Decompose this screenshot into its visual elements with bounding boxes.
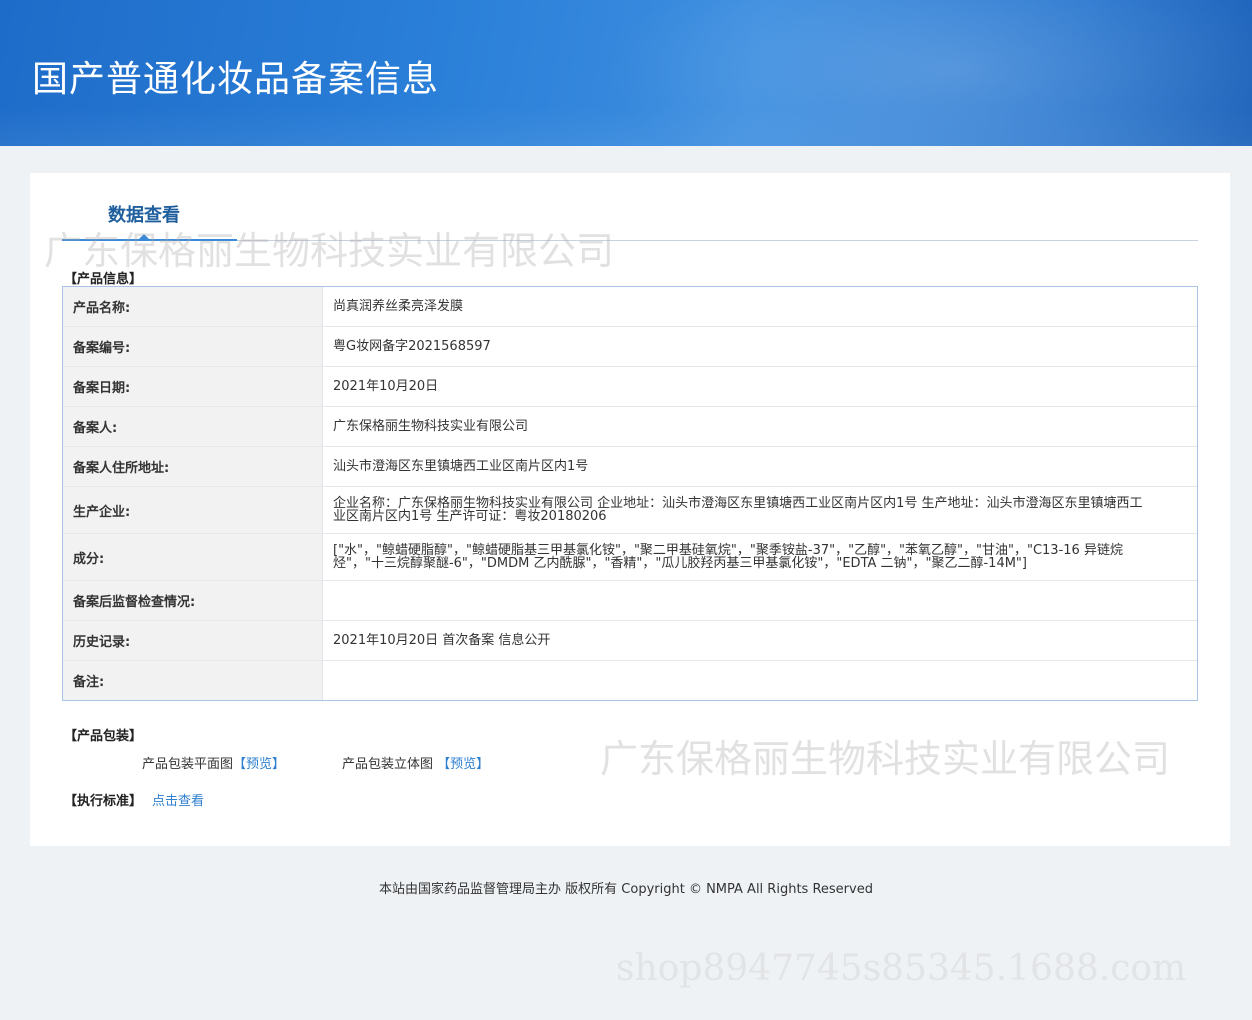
row-value: 企业名称：广东保格丽生物科技实业有限公司 企业地址：汕头市澄海区东里镇塘西工业区… [333,496,1143,524]
page-title: 国产普通化妆品备案信息 [32,59,440,100]
row-value: 尚真润养丝柔亮泽发膜 [333,299,464,314]
watermark-bottom: shop8947745s85345.1688.com [616,948,1187,989]
section-product-info: 【产品信息】 [64,272,143,287]
row-key: 备注: [63,661,323,700]
row-key: 备案人住所地址: [63,447,323,486]
tab-data-view[interactable]: 数据查看 [108,201,180,227]
row-value: 汕头市澄海区东里镇塘西工业区南片区内1号 [333,459,589,474]
packaging-flat: 产品包装平面图【预览】 [142,753,285,772]
packaging-solid-preview-link[interactable]: 【预览】 [437,757,489,772]
row-value: 广东保格丽生物科技实业有限公司 [333,419,529,434]
row-key: 产品名称: [63,287,323,326]
table-row: 备案人: 广东保格丽生物科技实业有限公司 [63,407,1197,447]
packaging-solid: 产品包装立体图 【预览】 [342,753,489,772]
row-value: ["水"，"鲸蜡硬脂醇"，"鲸蜡硬脂基三甲基氯化铵"，"聚二甲基硅氧烷"，"聚季… [333,543,1123,571]
product-info-table: 产品名称: 尚真润养丝柔亮泽发膜 备案编号: 粤G妆网备字2021568597 … [62,286,1198,701]
row-key: 成分: [63,534,323,580]
packaging-flat-label: 产品包装平面图 [142,757,234,772]
row-value [323,661,1197,700]
row-value [323,581,1197,620]
table-row: 备案后监督检查情况: [63,581,1197,621]
table-row: 备注: [63,661,1197,700]
content-card: 数据查看 【产品信息】 产品名称: 尚真润养丝柔亮泽发膜 备案编号: 粤G妆网备… [30,173,1230,846]
table-row: 历史记录: 2021年10月20日 首次备案 信息公开 [63,621,1197,661]
packaging-solid-label: 产品包装立体图 [342,757,434,772]
table-row: 生产企业: 企业名称：广东保格丽生物科技实业有限公司 企业地址：汕头市澄海区东里… [63,487,1197,534]
row-key: 备案编号: [63,327,323,366]
row-key: 备案后监督检查情况: [63,581,323,620]
row-key: 历史记录: [63,621,323,660]
row-value: 粤G妆网备字2021568597 [333,339,491,354]
packaging-flat-preview-link[interactable]: 【预览】 [233,757,285,772]
table-row: 备案人住所地址: 汕头市澄海区东里镇塘西工业区南片区内1号 [63,447,1197,487]
table-row: 备案日期: 2021年10月20日 [63,367,1197,407]
row-key: 生产企业: [63,487,323,533]
tab-caret-icon [138,234,150,240]
section-standard: 【执行标准】 [64,794,143,809]
standard-link-wrap: 点击查看 [152,790,204,809]
footer-copyright: 本站由国家药品监督管理局主办 版权所有 Copyright © NMPA All… [379,882,873,897]
table-row: 备案编号: 粤G妆网备字2021568597 [63,327,1197,367]
row-value: 2021年10月20日 首次备案 信息公开 [333,633,551,648]
section-packaging: 【产品包装】 [64,729,143,744]
row-key: 备案人: [63,407,323,446]
row-value: 2021年10月20日 [333,379,439,394]
row-key: 备案日期: [63,367,323,406]
standard-view-link[interactable]: 点击查看 [152,794,204,809]
header-banner: 国产普通化妆品备案信息 [0,0,1252,146]
table-row: 成分: ["水"，"鲸蜡硬脂醇"，"鲸蜡硬脂基三甲基氯化铵"，"聚二甲基硅氧烷"… [63,534,1197,581]
table-row: 产品名称: 尚真润养丝柔亮泽发膜 [63,287,1197,327]
